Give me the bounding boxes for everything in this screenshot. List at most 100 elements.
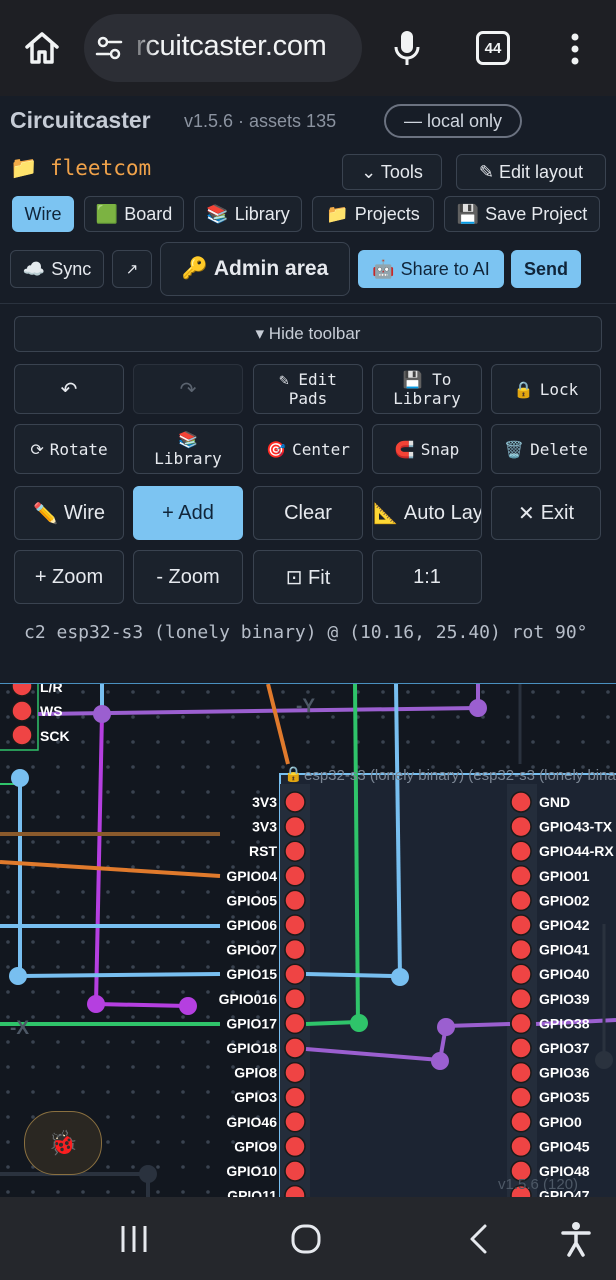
to-library-button[interactable]: 💾 To Library bbox=[372, 364, 482, 414]
junction[interactable] bbox=[391, 968, 409, 986]
pin[interactable] bbox=[11, 700, 33, 722]
pin[interactable] bbox=[510, 1012, 532, 1035]
wire[interactable] bbox=[95, 1002, 189, 1008]
sync-button[interactable]: ☁️ Sync bbox=[10, 250, 104, 288]
pin[interactable] bbox=[510, 1086, 532, 1108]
share-to-ai-button[interactable]: 🤖 Share to AI bbox=[358, 250, 504, 288]
pin[interactable] bbox=[510, 988, 532, 1010]
edit-layout-button[interactable]: ✎ Edit layout bbox=[456, 154, 606, 190]
junction[interactable] bbox=[431, 1052, 449, 1070]
exit-button[interactable]: ✕ Exit bbox=[491, 486, 601, 540]
auto-layout-button[interactable]: 📐Auto Layout bbox=[372, 486, 482, 540]
pin[interactable] bbox=[510, 938, 532, 961]
pin[interactable] bbox=[510, 1037, 532, 1059]
junction[interactable] bbox=[437, 1018, 455, 1036]
tab-wire[interactable]: Wire bbox=[12, 196, 74, 232]
project-name[interactable]: fleetcom bbox=[50, 156, 151, 180]
zoom-out-button[interactable]: - Zoom bbox=[133, 550, 243, 604]
save-project-button[interactable]: 💾 Save Project bbox=[444, 196, 600, 232]
mic-icon[interactable] bbox=[392, 28, 422, 68]
accessibility-icon[interactable] bbox=[560, 1221, 592, 1257]
send-button[interactable]: Send bbox=[511, 250, 581, 288]
pin[interactable] bbox=[284, 1111, 306, 1133]
pin[interactable] bbox=[284, 840, 306, 862]
component-body[interactable] bbox=[279, 773, 616, 1198]
admin-area-button[interactable]: 🔑 Admin area bbox=[160, 242, 350, 296]
pin[interactable] bbox=[284, 865, 306, 887]
pin[interactable] bbox=[284, 815, 306, 838]
home-circle-icon[interactable] bbox=[290, 1223, 322, 1255]
pin[interactable] bbox=[510, 889, 532, 912]
wire[interactable] bbox=[0, 860, 221, 878]
hide-toolbar-button[interactable]: ▾ Hide toolbar bbox=[14, 316, 602, 352]
wire[interactable] bbox=[305, 972, 393, 978]
junction[interactable] bbox=[9, 967, 27, 985]
zoom-in-button[interactable]: + Zoom bbox=[14, 550, 124, 604]
wire[interactable] bbox=[445, 1022, 511, 1028]
url-text[interactable]: rcuitcaster.com bbox=[136, 30, 327, 63]
tools-button[interactable]: ⌄ Tools bbox=[342, 154, 442, 190]
pin[interactable] bbox=[510, 865, 532, 887]
one-to-one-button[interactable]: 1:1 bbox=[372, 550, 482, 604]
back-icon[interactable] bbox=[466, 1223, 492, 1255]
pin[interactable] bbox=[284, 1012, 306, 1035]
add-button[interactable]: + Add bbox=[133, 486, 243, 540]
clear-button[interactable]: Clear bbox=[253, 486, 363, 540]
pin[interactable] bbox=[11, 724, 33, 746]
recents-icon[interactable] bbox=[116, 1223, 152, 1255]
pin[interactable] bbox=[11, 684, 33, 697]
more-vert-icon[interactable] bbox=[560, 30, 590, 68]
grid-dot bbox=[131, 1190, 135, 1194]
snap-button[interactable]: 🧲 Snap bbox=[372, 424, 482, 474]
pin[interactable] bbox=[284, 889, 306, 912]
external-link-icon[interactable]: ↗ bbox=[112, 250, 152, 288]
junction[interactable] bbox=[87, 995, 105, 1013]
junction[interactable] bbox=[11, 769, 29, 787]
fit-button[interactable]: ⊡ Fit bbox=[253, 550, 363, 604]
local-only-pill[interactable]: — local only bbox=[384, 104, 522, 138]
delete-button[interactable]: 🗑️ Delete bbox=[491, 424, 601, 474]
junction[interactable] bbox=[179, 997, 197, 1015]
pin[interactable] bbox=[284, 1037, 306, 1059]
wire[interactable] bbox=[94, 713, 104, 1005]
pin[interactable] bbox=[510, 1135, 532, 1158]
share-to-ai-label: Share to AI bbox=[400, 258, 490, 279]
pin[interactable] bbox=[284, 963, 306, 985]
junction[interactable] bbox=[139, 1165, 157, 1183]
tab-board[interactable]: 🟩 Board bbox=[84, 196, 184, 232]
library-button[interactable]: 📚 Library bbox=[133, 424, 243, 474]
lock-button[interactable]: 🔒 Lock bbox=[491, 364, 601, 414]
pin[interactable] bbox=[284, 1061, 306, 1084]
pin[interactable] bbox=[510, 840, 532, 862]
pin[interactable] bbox=[510, 914, 532, 936]
pin[interactable] bbox=[284, 791, 306, 813]
pin[interactable] bbox=[284, 938, 306, 961]
tab-projects[interactable]: 📁 Projects bbox=[312, 196, 434, 232]
pin[interactable] bbox=[284, 1086, 306, 1108]
tab-switcher-icon[interactable]: 44 bbox=[476, 31, 510, 65]
rotate-button[interactable]: ⟳ Rotate bbox=[14, 424, 124, 474]
edit-pads-button[interactable]: ✎ Edit Pads bbox=[253, 364, 363, 414]
pin[interactable] bbox=[510, 791, 532, 813]
pin[interactable] bbox=[284, 1160, 306, 1182]
wire-tool-button[interactable]: ✏️ Wire bbox=[14, 486, 124, 540]
pin[interactable] bbox=[284, 988, 306, 1010]
junction[interactable] bbox=[595, 1051, 613, 1069]
junction[interactable] bbox=[93, 705, 111, 723]
pin[interactable] bbox=[510, 815, 532, 838]
home-icon[interactable] bbox=[22, 28, 62, 68]
wire[interactable] bbox=[266, 684, 290, 765]
pin[interactable] bbox=[510, 1061, 532, 1084]
wire[interactable] bbox=[19, 972, 221, 978]
debug-bug-icon[interactable]: 🐞 bbox=[24, 1111, 102, 1175]
junction[interactable] bbox=[350, 1014, 368, 1032]
pin[interactable] bbox=[284, 1135, 306, 1158]
pin[interactable] bbox=[510, 1111, 532, 1133]
site-settings-icon[interactable] bbox=[94, 33, 124, 63]
junction[interactable] bbox=[469, 699, 487, 717]
undo-button[interactable]: ↶ bbox=[14, 364, 124, 414]
pin[interactable] bbox=[284, 914, 306, 936]
pin[interactable] bbox=[510, 963, 532, 985]
tab-library[interactable]: 📚 Library bbox=[194, 196, 302, 232]
center-button[interactable]: 🎯 Center bbox=[253, 424, 363, 474]
